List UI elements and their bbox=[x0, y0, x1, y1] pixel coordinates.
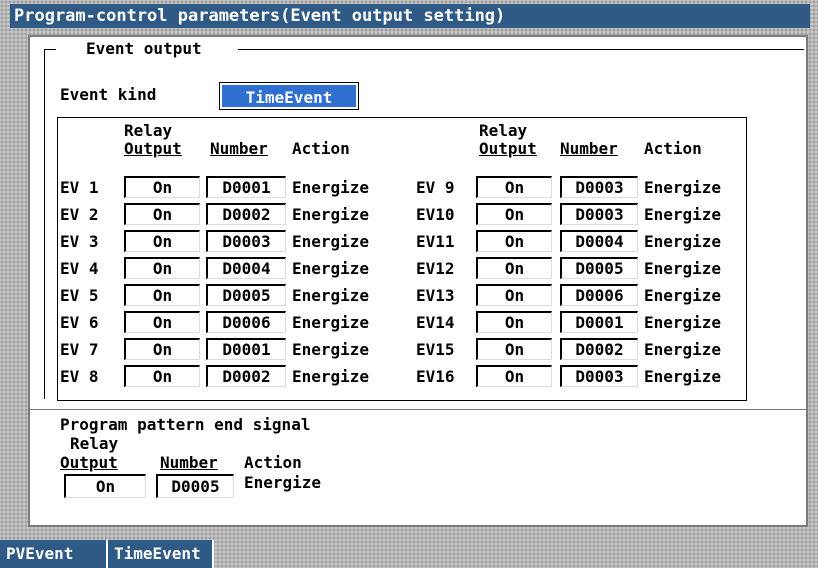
number-field-ev8[interactable]: D0002 bbox=[206, 365, 286, 387]
softkey-pvevent[interactable]: PVEvent bbox=[0, 540, 108, 568]
number-field-ev4[interactable]: D0004 bbox=[206, 257, 286, 279]
number-field-ev15[interactable]: D0002 bbox=[560, 338, 638, 360]
event-label-ev1: EV 1 bbox=[60, 178, 99, 197]
action-text-ev2: Energize bbox=[292, 205, 370, 224]
pattern-number-field[interactable]: D0005 bbox=[156, 474, 234, 498]
relay-output-field-ev4[interactable]: On bbox=[124, 257, 200, 279]
action-header: Action bbox=[292, 139, 350, 158]
action-text-ev6: Energize bbox=[292, 313, 370, 332]
relay-output-field-ev13[interactable]: On bbox=[476, 284, 552, 306]
action-text-ev7: Energize bbox=[292, 340, 370, 359]
relay-output-field-ev9[interactable]: On bbox=[476, 176, 552, 198]
number-field-ev7[interactable]: D0001 bbox=[206, 338, 286, 360]
pattern-relay-header-line1: Relay bbox=[70, 434, 119, 453]
relay-output-field-ev16[interactable]: On bbox=[476, 365, 552, 387]
relay-output-field-ev7[interactable]: On bbox=[124, 338, 200, 360]
event-label-ev13: EV13 bbox=[416, 286, 455, 305]
event-label-ev4: EV 4 bbox=[60, 259, 99, 278]
pattern-relay-output-field[interactable]: On bbox=[64, 474, 146, 498]
event-label-ev6: EV 6 bbox=[60, 313, 99, 332]
event-label-ev12: EV12 bbox=[416, 259, 455, 278]
pattern-action-header: Action bbox=[244, 453, 302, 472]
event-label-ev7: EV 7 bbox=[60, 340, 99, 359]
action-header-right: Action bbox=[644, 139, 702, 158]
number-field-ev10[interactable]: D0003 bbox=[560, 203, 638, 225]
relay-output-field-ev12[interactable]: On bbox=[476, 257, 552, 279]
pattern-end-title: Program pattern end signal bbox=[60, 415, 311, 434]
relay-output-field-ev10[interactable]: On bbox=[476, 203, 552, 225]
event-label-ev14: EV14 bbox=[416, 313, 455, 332]
event-label-ev15: EV15 bbox=[416, 340, 455, 359]
action-text-ev11: Energize bbox=[644, 232, 722, 251]
event-label-ev16: EV16 bbox=[416, 367, 455, 386]
action-text-ev10: Energize bbox=[644, 205, 722, 224]
section-divider bbox=[30, 409, 806, 410]
pattern-relay-header-line2: Output bbox=[60, 453, 118, 472]
softkey-timeevent[interactable]: TimeEvent bbox=[108, 540, 214, 568]
relay-output-field-ev1[interactable]: On bbox=[124, 176, 200, 198]
relay-header-line1-right: Relay bbox=[479, 121, 528, 140]
pattern-action-text: Energize bbox=[244, 473, 322, 492]
relay-output-field-ev6[interactable]: On bbox=[124, 311, 200, 333]
relay-output-field-ev14[interactable]: On bbox=[476, 311, 552, 333]
action-text-ev3: Energize bbox=[292, 232, 370, 251]
action-text-ev9: Energize bbox=[644, 178, 722, 197]
number-field-ev1[interactable]: D0001 bbox=[206, 176, 286, 198]
number-field-ev2[interactable]: D0002 bbox=[206, 203, 286, 225]
action-text-ev15: Energize bbox=[644, 340, 722, 359]
event-label-ev8: EV 8 bbox=[60, 367, 99, 386]
action-text-ev13: Energize bbox=[644, 286, 722, 305]
relay-header-line1: Relay bbox=[124, 121, 173, 140]
group-frame-top-right bbox=[238, 49, 804, 50]
number-field-ev16[interactable]: D0003 bbox=[560, 365, 638, 387]
number-field-ev9[interactable]: D0003 bbox=[560, 176, 638, 198]
relay-output-field-ev15[interactable]: On bbox=[476, 338, 552, 360]
relay-output-field-ev2[interactable]: On bbox=[124, 203, 200, 225]
event-label-ev11: EV11 bbox=[416, 232, 455, 251]
relay-output-field-ev3[interactable]: On bbox=[124, 230, 200, 252]
group-frame-top-left bbox=[44, 49, 56, 50]
number-header-right: Number bbox=[560, 139, 618, 158]
number-header: Number bbox=[210, 139, 268, 158]
group-frame-left bbox=[44, 49, 45, 399]
group-title: Event output bbox=[86, 39, 202, 58]
relay-header-line2-right: Output bbox=[479, 139, 537, 158]
action-text-ev4: Energize bbox=[292, 259, 370, 278]
relay-output-field-ev5[interactable]: On bbox=[124, 284, 200, 306]
settings-panel: Event output Event kind TimeEvent Relay … bbox=[28, 35, 808, 527]
number-field-ev6[interactable]: D0006 bbox=[206, 311, 286, 333]
event-label-ev5: EV 5 bbox=[60, 286, 99, 305]
action-text-ev1: Energize bbox=[292, 178, 370, 197]
number-field-ev14[interactable]: D0001 bbox=[560, 311, 638, 333]
event-label-ev2: EV 2 bbox=[60, 205, 99, 224]
number-field-ev11[interactable]: D0004 bbox=[560, 230, 638, 252]
number-field-ev5[interactable]: D0005 bbox=[206, 284, 286, 306]
action-text-ev14: Energize bbox=[644, 313, 722, 332]
action-text-ev12: Energize bbox=[644, 259, 722, 278]
action-text-ev8: Energize bbox=[292, 367, 370, 386]
relay-output-field-ev11[interactable]: On bbox=[476, 230, 552, 252]
window-title: Program-control parameters(Event output … bbox=[10, 4, 810, 28]
event-kind-label: Event kind bbox=[60, 85, 157, 104]
event-kind-field[interactable]: TimeEvent bbox=[219, 82, 359, 110]
pattern-number-header: Number bbox=[160, 453, 218, 472]
event-label-ev9: EV 9 bbox=[416, 178, 455, 197]
event-label-ev3: EV 3 bbox=[60, 232, 99, 251]
number-field-ev13[interactable]: D0006 bbox=[560, 284, 638, 306]
event-label-ev10: EV10 bbox=[416, 205, 455, 224]
relay-header-line2: Output bbox=[124, 139, 182, 158]
number-field-ev3[interactable]: D0003 bbox=[206, 230, 286, 252]
action-text-ev16: Energize bbox=[644, 367, 722, 386]
number-field-ev12[interactable]: D0005 bbox=[560, 257, 638, 279]
action-text-ev5: Energize bbox=[292, 286, 370, 305]
relay-output-field-ev8[interactable]: On bbox=[124, 365, 200, 387]
screen: Program-control parameters(Event output … bbox=[0, 0, 818, 568]
